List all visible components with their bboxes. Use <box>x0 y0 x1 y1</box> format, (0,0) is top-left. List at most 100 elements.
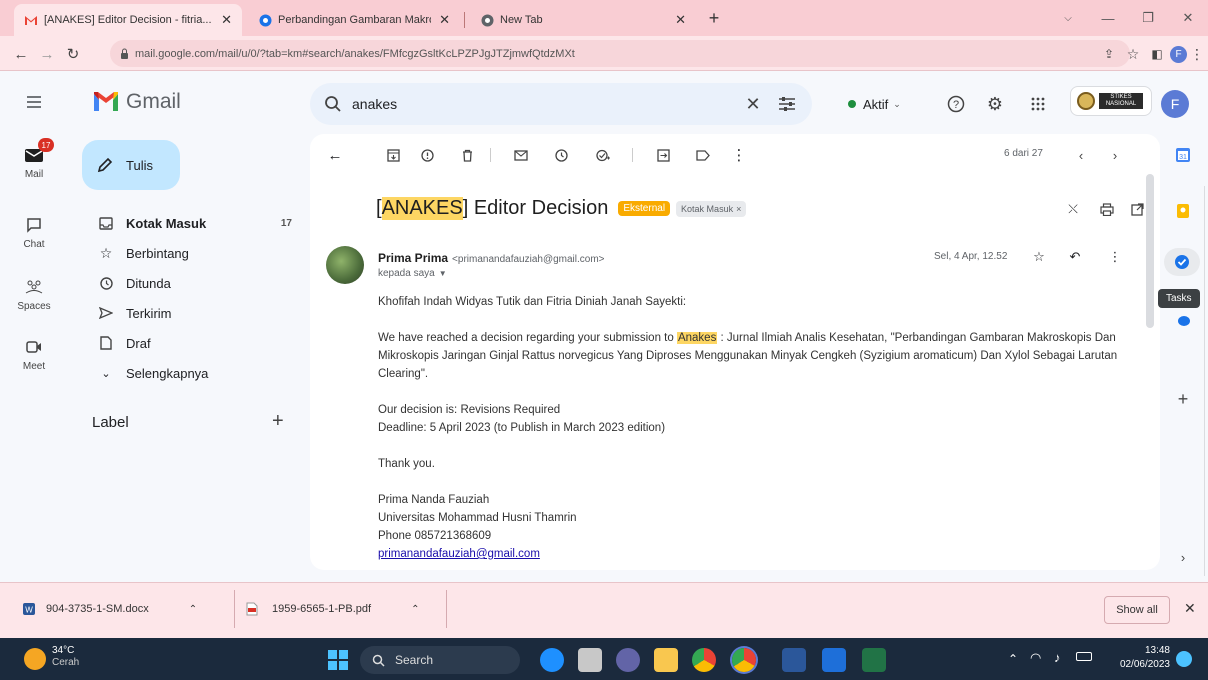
rail-mail[interactable]: 17 Mail <box>6 138 62 180</box>
address-bar[interactable]: mail.google.com/mail/u/0/?tab=km#search/… <box>110 40 1130 67</box>
download-item-pdf[interactable]: 1959-6565-1-PB.pdf ⌃ <box>246 594 419 624</box>
back-to-search-icon[interactable]: ← <box>324 144 346 166</box>
rail-chat[interactable]: Chat <box>6 214 62 250</box>
taskbar-app-explorer-icon[interactable] <box>654 648 678 672</box>
keep-notes-icon[interactable] <box>1170 198 1196 224</box>
wifi-icon[interactable]: ◠ <box>1030 650 1041 666</box>
nav-item-sent[interactable]: Terkirim <box>82 298 300 328</box>
browser-tab-new-tab[interactable]: New Tab ✕ <box>470 4 696 36</box>
browser-menu-icon[interactable]: ⋮ <box>1186 44 1208 64</box>
taskbar-app-copilot-icon[interactable] <box>540 648 564 672</box>
settings-gear-icon[interactable]: ⚙ <box>982 91 1008 117</box>
apps-grid-icon[interactable] <box>1025 91 1051 117</box>
snooze-clock-icon[interactable] <box>550 144 572 166</box>
tasks-app-icon[interactable] <box>1164 248 1200 276</box>
new-tab-plus-icon[interactable]: + <box>702 6 726 30</box>
browser-profile-avatar[interactable]: F <box>1170 46 1187 63</box>
mail-search-bar[interactable]: ✕ <box>310 83 812 125</box>
battery-icon[interactable] <box>1076 652 1092 661</box>
tab-close-icon[interactable]: ✕ <box>439 12 450 28</box>
sender-name[interactable]: Prima Prima <box>378 251 448 265</box>
gmail-logo[interactable]: Gmail <box>92 90 181 114</box>
open-new-window-icon[interactable] <box>1126 198 1148 220</box>
weather-widget[interactable]: 34°C Cerah <box>52 645 79 669</box>
weather-sun-icon[interactable] <box>24 648 46 670</box>
bookmark-star-icon[interactable]: ☆ <box>1122 44 1144 64</box>
taskbar-clock[interactable]: 13:48 02/06/2023 <box>1104 644 1170 672</box>
taskbar-search-box[interactable]: Search <box>360 646 520 674</box>
compose-button[interactable]: Tulis <box>82 140 180 190</box>
contacts-app-icon[interactable] <box>1178 316 1190 326</box>
recipient-line[interactable]: kepada saya ▼ <box>378 268 447 279</box>
rail-spaces[interactable]: Spaces <box>6 276 62 312</box>
account-avatar[interactable]: F <box>1161 90 1189 118</box>
notification-center-icon[interactable] <box>1176 651 1192 667</box>
rail-meet[interactable]: Meet <box>6 336 62 372</box>
more-options-icon[interactable]: ⋮ <box>728 144 750 166</box>
star-message-icon[interactable]: ☆ <box>1028 246 1050 268</box>
show-side-panel-chevron-icon[interactable]: › <box>1170 544 1196 570</box>
tab-close-icon[interactable]: ✕ <box>221 12 232 28</box>
share-icon[interactable]: ⇪ <box>1098 44 1120 64</box>
print-icon[interactable] <box>1096 198 1118 220</box>
inbox-label-chip[interactable]: Kotak Masuk × <box>676 200 747 217</box>
external-label-badge[interactable]: Eksternal <box>618 201 671 216</box>
forward-arrow-icon[interactable]: → <box>36 44 58 64</box>
taskbar-app-taskview-icon[interactable] <box>578 648 602 672</box>
remove-label-icon[interactable]: × <box>736 204 741 214</box>
taskbar-app-word-icon[interactable] <box>782 648 806 672</box>
get-addons-plus-icon[interactable]: + <box>1170 386 1196 412</box>
download-menu-chevron-icon[interactable]: ⌃ <box>189 604 197 615</box>
browser-tab-perbandingan[interactable]: Perbandingan Gambaran Makros... ✕ <box>248 4 460 36</box>
message-more-icon[interactable]: ⋮ <box>1104 246 1126 268</box>
search-icon[interactable] <box>324 95 342 113</box>
taskbar-app-teams-icon[interactable] <box>616 648 640 672</box>
taskbar-app-chrome-profile-icon[interactable] <box>732 648 756 672</box>
status-chip[interactable]: Aktif ⌄ <box>836 89 928 119</box>
windows-start-icon[interactable] <box>328 650 348 670</box>
taskbar-app-excel-icon[interactable] <box>862 648 886 672</box>
window-close-icon[interactable]: ✕ <box>1168 0 1208 36</box>
nav-item-drafts[interactable]: Draf <box>82 328 300 358</box>
pane-scrollbar-thumb[interactable] <box>1146 174 1154 328</box>
close-downloads-icon[interactable]: ✕ <box>1184 600 1196 617</box>
label-tag-icon[interactable] <box>692 144 714 166</box>
archive-icon[interactable] <box>382 144 404 166</box>
reload-icon[interactable]: ↻ <box>62 44 84 64</box>
download-item-docx[interactable]: W 904-3735-1-SM.docx ⌃ <box>22 594 197 624</box>
back-arrow-icon[interactable]: ← <box>10 44 32 64</box>
add-to-tasks-icon[interactable] <box>592 144 614 166</box>
restore-icon[interactable]: ❐ <box>1128 0 1168 36</box>
add-label-plus-icon[interactable]: + <box>272 410 284 433</box>
taskbar-app-chrome-icon[interactable] <box>692 648 716 672</box>
show-all-downloads-button[interactable]: Show all <box>1104 596 1170 624</box>
browser-tab-gmail[interactable]: [ANAKES] Editor Decision - fitria... ✕ <box>14 4 242 36</box>
signature-email-link[interactable]: primanandafauziah@gmail.com <box>378 545 1128 563</box>
newer-chevron-icon[interactable]: ‹ <box>1070 144 1092 166</box>
sender-avatar[interactable] <box>326 246 364 284</box>
main-menu-icon[interactable] <box>24 92 48 114</box>
nav-item-inbox[interactable]: Kotak Masuk 17 <box>82 208 300 238</box>
older-chevron-icon[interactable]: › <box>1104 144 1126 166</box>
side-panel-icon[interactable]: ◧ <box>1146 44 1168 64</box>
tab-search-chevron-icon[interactable]: ⌵ <box>1048 0 1088 36</box>
nav-item-more[interactable]: ⌄ Selengkapnya <box>82 358 300 388</box>
download-menu-chevron-icon[interactable]: ⌃ <box>411 604 419 615</box>
collapse-all-icon[interactable]: ⤬ <box>1062 198 1084 220</box>
tray-chevron-up-icon[interactable]: ⌃ <box>1008 652 1018 666</box>
reply-icon[interactable]: ↶ <box>1064 246 1086 268</box>
calendar-app-icon[interactable]: 31 <box>1170 142 1196 168</box>
search-options-icon[interactable] <box>778 96 796 112</box>
clear-search-icon[interactable]: ✕ <box>740 94 766 115</box>
delete-trash-icon[interactable] <box>456 144 478 166</box>
nav-item-starred[interactable]: ☆ Berbintang <box>82 238 300 268</box>
tab-close-icon[interactable]: ✕ <box>675 12 686 28</box>
details-caret-icon[interactable]: ▼ <box>439 269 447 278</box>
report-spam-icon[interactable] <box>416 144 438 166</box>
nav-item-snoozed[interactable]: Ditunda <box>82 268 300 298</box>
organization-badge[interactable]: STIKES NASIONAL <box>1070 86 1152 116</box>
support-icon[interactable]: ? <box>943 91 969 117</box>
taskbar-app-photos-icon[interactable] <box>822 648 846 672</box>
move-to-icon[interactable] <box>652 144 674 166</box>
search-input[interactable] <box>352 96 712 112</box>
